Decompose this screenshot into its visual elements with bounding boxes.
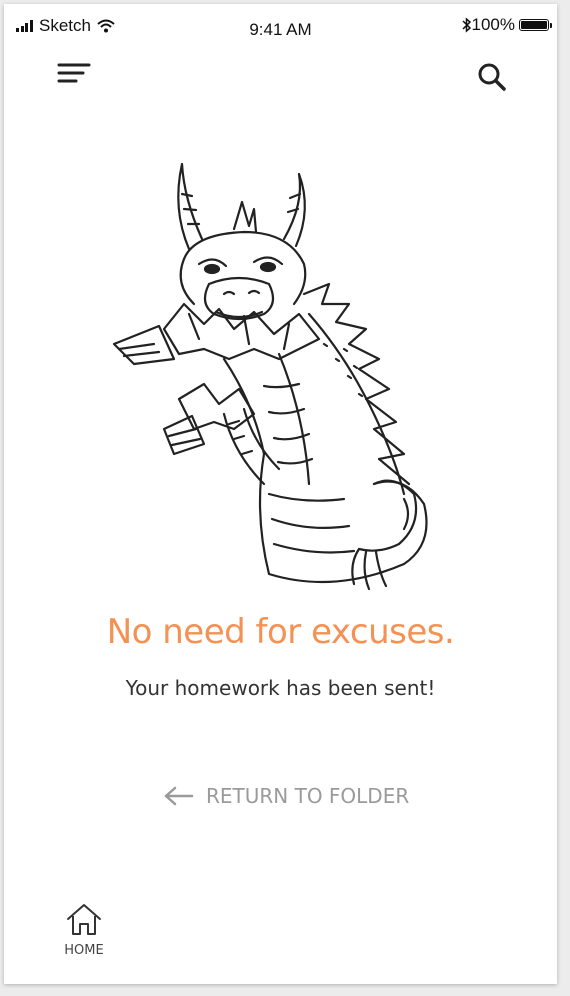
menu-button[interactable] bbox=[56, 60, 92, 90]
phone-screen: Sketch 9:41 AM 100% No need for excuses.… bbox=[4, 4, 557, 984]
home-label: HOME bbox=[64, 943, 104, 958]
return-to-folder-link[interactable]: RETURN TO FOLDER bbox=[164, 784, 409, 808]
tab-home[interactable]: HOME bbox=[56, 902, 112, 962]
battery-icon bbox=[519, 19, 552, 31]
home-icon bbox=[67, 904, 101, 935]
bluetooth-icon bbox=[461, 17, 471, 33]
battery-percent: 100% bbox=[471, 15, 515, 34]
return-to-folder-label: RETURN TO FOLDER bbox=[206, 784, 410, 808]
status-bar: Sketch 9:41 AM 100% bbox=[4, 4, 557, 44]
status-right: 100% bbox=[461, 15, 552, 35]
subline: Your homework has been sent! bbox=[125, 676, 436, 700]
hamburger-icon bbox=[57, 63, 91, 83]
dragon-illustration bbox=[112, 162, 428, 591]
search-icon bbox=[478, 63, 506, 91]
battery-fill bbox=[521, 21, 547, 29]
headline: No need for excuses. bbox=[106, 612, 455, 652]
search-button[interactable] bbox=[475, 60, 509, 94]
arrow-left-icon bbox=[164, 786, 194, 806]
